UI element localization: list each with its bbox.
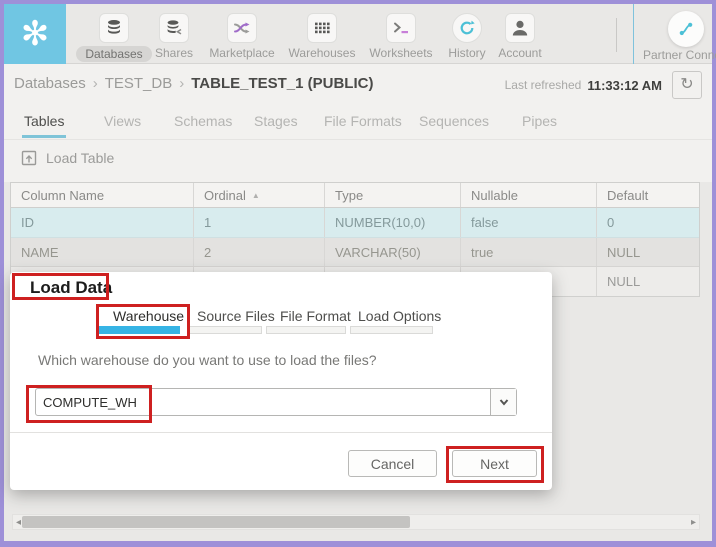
nav-label-history: History xyxy=(448,46,486,60)
breadcrumb-test-db[interactable]: TEST_DB xyxy=(105,75,173,92)
step-progress-file-format xyxy=(266,326,346,334)
column-header-nullable[interactable]: Nullable xyxy=(461,183,597,207)
load-table-label: Load Table xyxy=(46,150,115,166)
load-table-icon xyxy=(21,150,37,166)
cell-ordinal: 1 xyxy=(194,208,325,237)
step-tab-file-format[interactable]: File Format xyxy=(280,308,351,324)
dialog-title: Load Data xyxy=(30,278,113,297)
column-header-name[interactable]: Column Name xyxy=(11,183,194,207)
table-header-row: Column Name Ordinal ▲ Type Nullable Defau… xyxy=(11,183,699,208)
nav-item-history[interactable]: History xyxy=(441,4,493,64)
breadcrumb-separator-icon: › xyxy=(92,75,98,92)
scrollbar-thumb[interactable] xyxy=(22,516,410,528)
nav-label-databases: Databases xyxy=(76,46,152,62)
snowflake-logo[interactable]: ✻ xyxy=(4,4,66,64)
tab-file-formats[interactable]: File Formats xyxy=(324,113,402,129)
nav-item-account[interactable]: Account xyxy=(493,4,547,64)
top-navigation-bar: ✻ Databases Shares Marketplace Warehouse xyxy=(4,4,716,64)
nav-label-partner-connect: Partner Conne xyxy=(643,48,716,62)
marketplace-icon xyxy=(227,13,257,43)
worksheets-icon xyxy=(386,13,416,43)
nav-label-warehouses: Warehouses xyxy=(288,46,356,60)
step-tab-source-files[interactable]: Source Files xyxy=(197,308,275,324)
step-progress-source-files xyxy=(188,326,262,334)
step-progress-load-options xyxy=(350,326,433,334)
chevron-down-icon[interactable] xyxy=(490,389,516,415)
nav-item-shares[interactable]: Shares xyxy=(146,4,202,64)
tab-sequences[interactable]: Sequences xyxy=(419,113,489,129)
tab-views[interactable]: Views xyxy=(104,113,141,129)
refresh-icon: ↻ xyxy=(680,76,694,93)
database-icon xyxy=(99,13,129,43)
warehouses-icon xyxy=(307,13,337,43)
breadcrumb-current-table: TABLE_TEST_1 (PUBLIC) xyxy=(191,75,374,92)
nav-label-worksheets: Worksheets xyxy=(369,46,433,60)
sort-ascending-icon: ▲ xyxy=(251,190,260,200)
table-toolbar: Load Table xyxy=(4,140,712,182)
cancel-button[interactable]: Cancel xyxy=(348,450,437,477)
step-tab-load-options[interactable]: Load Options xyxy=(358,308,441,324)
nav-item-warehouses[interactable]: Warehouses xyxy=(288,4,356,64)
account-icon xyxy=(505,13,535,43)
shares-icon xyxy=(159,13,189,43)
last-refreshed-time: 11:33:12 AM xyxy=(587,77,662,93)
partner-connect-icon xyxy=(668,11,704,47)
nav-label-account: Account xyxy=(498,46,542,60)
app-window: ✻ Databases Shares Marketplace Warehouse xyxy=(0,0,716,547)
table-row-name[interactable]: NAME 2 VARCHAR(50) true NULL xyxy=(11,238,699,267)
table-row-id[interactable]: ID 1 NUMBER(10,0) false 0 xyxy=(11,208,699,238)
warehouse-select-value: COMPUTE_WH xyxy=(43,395,137,410)
column-header-ordinal[interactable]: Ordinal ▲ xyxy=(194,183,325,207)
last-refreshed-label: Last refreshed xyxy=(504,78,582,92)
cell-type: VARCHAR(50) xyxy=(325,238,461,266)
horizontal-scrollbar[interactable]: ◂ ▸ xyxy=(12,514,700,530)
column-header-ordinal-label: Ordinal xyxy=(204,187,246,203)
cell-ordinal: 2 xyxy=(194,238,325,266)
topbar-divider xyxy=(616,18,617,52)
tab-pipes[interactable]: Pipes xyxy=(522,113,557,129)
tab-stages[interactable]: Stages xyxy=(254,113,298,129)
cell-column-name: ID xyxy=(11,208,194,237)
refresh-button[interactable]: ↻ xyxy=(672,71,702,99)
breadcrumb-bar: Databases › TEST_DB › TABLE_TEST_1 (PUBLIC) … xyxy=(4,64,712,105)
cell-default: 0 xyxy=(607,215,615,230)
load-data-dialog: Load Data Warehouse Source Files File Fo… xyxy=(10,272,552,490)
column-header-type[interactable]: Type xyxy=(325,183,461,207)
section-tabs: Tables Views Schemas Stages File Formats… xyxy=(4,105,712,140)
dialog-footer-divider xyxy=(10,432,552,433)
scroll-right-icon[interactable]: ▸ xyxy=(691,516,696,529)
step-tab-warehouse[interactable]: Warehouse xyxy=(113,308,184,324)
load-table-button[interactable]: Load Table xyxy=(20,149,114,167)
step-progress-warehouse xyxy=(98,326,180,334)
nav-item-databases[interactable]: Databases xyxy=(76,4,152,64)
breadcrumb: Databases › TEST_DB › TABLE_TEST_1 (PUBLIC) xyxy=(14,75,373,92)
tab-tables[interactable]: Tables xyxy=(21,113,67,138)
scroll-left-icon[interactable]: ◂ xyxy=(16,516,21,529)
cell-type: NUMBER(10,0) xyxy=(325,208,461,237)
breadcrumb-databases[interactable]: Databases xyxy=(14,75,86,92)
refresh-area: Last refreshed 11:33:12 AM ↻ xyxy=(505,71,702,99)
tab-schemas[interactable]: Schemas xyxy=(174,113,232,129)
history-icon xyxy=(452,13,482,43)
warehouse-question: Which warehouse do you want to use to lo… xyxy=(38,352,377,368)
breadcrumb-separator-icon: › xyxy=(179,75,185,92)
cell-default: NULL xyxy=(607,244,641,260)
cell-column-name: NAME xyxy=(11,238,194,266)
nav-item-partner-connect[interactable]: Partner Conne xyxy=(633,4,716,64)
cell-nullable: true xyxy=(461,238,597,266)
warehouse-select[interactable]: COMPUTE_WH xyxy=(35,388,517,416)
nav-item-worksheets[interactable]: Worksheets xyxy=(368,4,434,64)
nav-item-marketplace[interactable]: Marketplace xyxy=(209,4,275,64)
cell-nullable: false xyxy=(461,208,597,237)
nav-label-shares: Shares xyxy=(154,46,194,60)
nav-label-marketplace: Marketplace xyxy=(209,46,275,60)
column-header-default[interactable]: Default xyxy=(597,183,699,207)
snowflake-icon: ✻ xyxy=(20,15,50,53)
cell-default: NULL xyxy=(607,274,641,289)
next-button[interactable]: Next xyxy=(452,450,537,477)
